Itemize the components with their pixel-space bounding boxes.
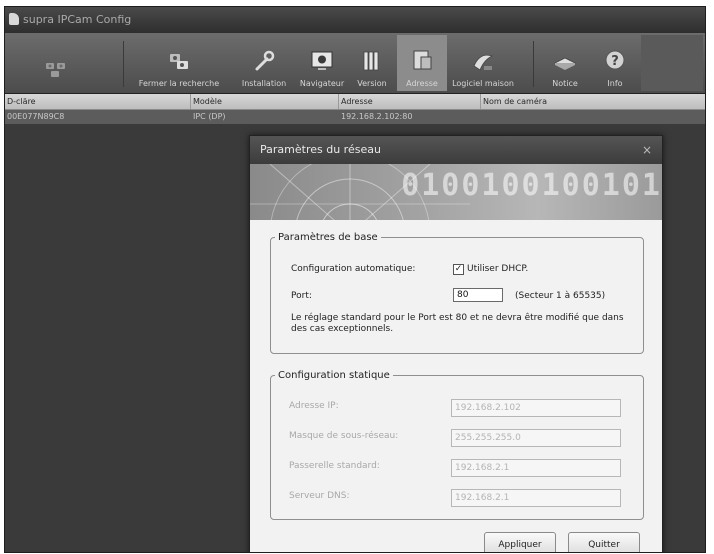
row-id: 00E077N89C8 <box>7 112 65 121</box>
version-button[interactable]: Version <box>351 35 393 91</box>
close-icon[interactable]: × <box>642 136 652 164</box>
network-settings-dialog: Paramètres du réseau × 0100100100101 Par… <box>249 135 663 552</box>
monitor-icon <box>311 51 333 70</box>
column-header-model[interactable]: Modèle <box>191 94 339 109</box>
search-button[interactable] <box>13 35 99 91</box>
dhcp-label: Utiliser DHCP. <box>467 264 529 274</box>
basic-settings-legend: Paramètres de base <box>278 232 378 243</box>
camera-search-icon <box>170 54 188 69</box>
table-row[interactable]: 00E077N89C8 IPC (DP) 192.168.2.102:80 <box>5 110 705 124</box>
row-model: IPC (DP) <box>193 112 226 121</box>
toolbar-spacer <box>641 35 703 91</box>
dns-server-field[interactable] <box>451 489 621 507</box>
auto-config-label: Configuration automatique: <box>291 264 416 274</box>
subnet-mask-field[interactable] <box>451 429 621 447</box>
row-address: 192.168.2.102:80 <box>341 112 413 121</box>
title-bar: supra IPCam Config <box>5 7 705 33</box>
info-button[interactable]: ? Info <box>593 35 637 91</box>
port-note: Le réglage standard pour le Port est 80 … <box>291 313 624 334</box>
toolbar-separator <box>533 41 534 87</box>
dhcp-checkbox[interactable]: ✓ <box>453 264 464 275</box>
column-header-id[interactable]: D-cläre <box>5 94 191 109</box>
port-input[interactable] <box>453 288 503 302</box>
close-search-button[interactable]: Fermer la recherche <box>125 35 233 91</box>
port-label: Port: <box>291 291 312 301</box>
quit-button[interactable]: Quitter <box>568 532 640 552</box>
ip-address-field[interactable] <box>451 399 621 417</box>
logiciel-button[interactable]: Logiciel maison <box>451 35 515 91</box>
dns-server-label: Serveur DNS: <box>289 491 350 501</box>
dialog-title: Paramètres du réseau <box>260 143 381 156</box>
app-window: supra IPCam Config Fermer la recherche I… <box>4 6 706 553</box>
books-icon <box>363 51 379 71</box>
static-config-legend: Configuration statique <box>278 370 390 381</box>
info-icon: ? <box>605 50 625 70</box>
dialog-banner: 0100100100101 <box>250 164 662 220</box>
address-button[interactable]: Adresse <box>397 35 447 91</box>
gateway-field[interactable] <box>451 459 621 477</box>
static-config-group: Configuration statique Adresse IP: Masqu… <box>270 370 644 520</box>
basic-settings-group: Paramètres de base Configuration automat… <box>270 232 644 354</box>
toolbar: Fermer la recherche Installation Navigat… <box>5 33 705 94</box>
wrench-icon <box>255 50 275 71</box>
dialog-title-bar: Paramètres du réseau × <box>250 136 662 164</box>
svg-text:?: ? <box>611 54 619 69</box>
address-icon <box>413 50 432 70</box>
banner-binary-text: 0100100100101 <box>401 168 662 203</box>
column-header-camera-name[interactable]: Nom de caméra <box>481 94 705 109</box>
window-title: supra IPCam Config <box>23 13 132 26</box>
port-range-hint: (Secteur 1 à 65535) <box>515 291 606 301</box>
list-header: D-cläre Modèle Adresse Nom de caméra <box>5 94 705 110</box>
satellite-dish-icon <box>473 54 494 71</box>
app-icon <box>9 13 19 25</box>
column-header-address[interactable]: Adresse <box>339 94 481 109</box>
manual-icon <box>554 57 576 70</box>
row-camera-name <box>481 110 483 124</box>
toolbar-separator <box>123 41 124 87</box>
search-cameras-icon <box>46 63 65 77</box>
installation-button[interactable]: Installation <box>235 35 293 91</box>
apply-button[interactable]: Appliquer <box>484 532 556 552</box>
gateway-label: Passerelle standard: <box>289 461 380 471</box>
browser-button[interactable]: Navigateur <box>297 35 347 91</box>
ip-address-label: Adresse IP: <box>289 401 339 411</box>
subnet-mask-label: Masque de sous-réseau: <box>289 431 399 441</box>
notice-button[interactable]: Notice <box>539 35 591 91</box>
